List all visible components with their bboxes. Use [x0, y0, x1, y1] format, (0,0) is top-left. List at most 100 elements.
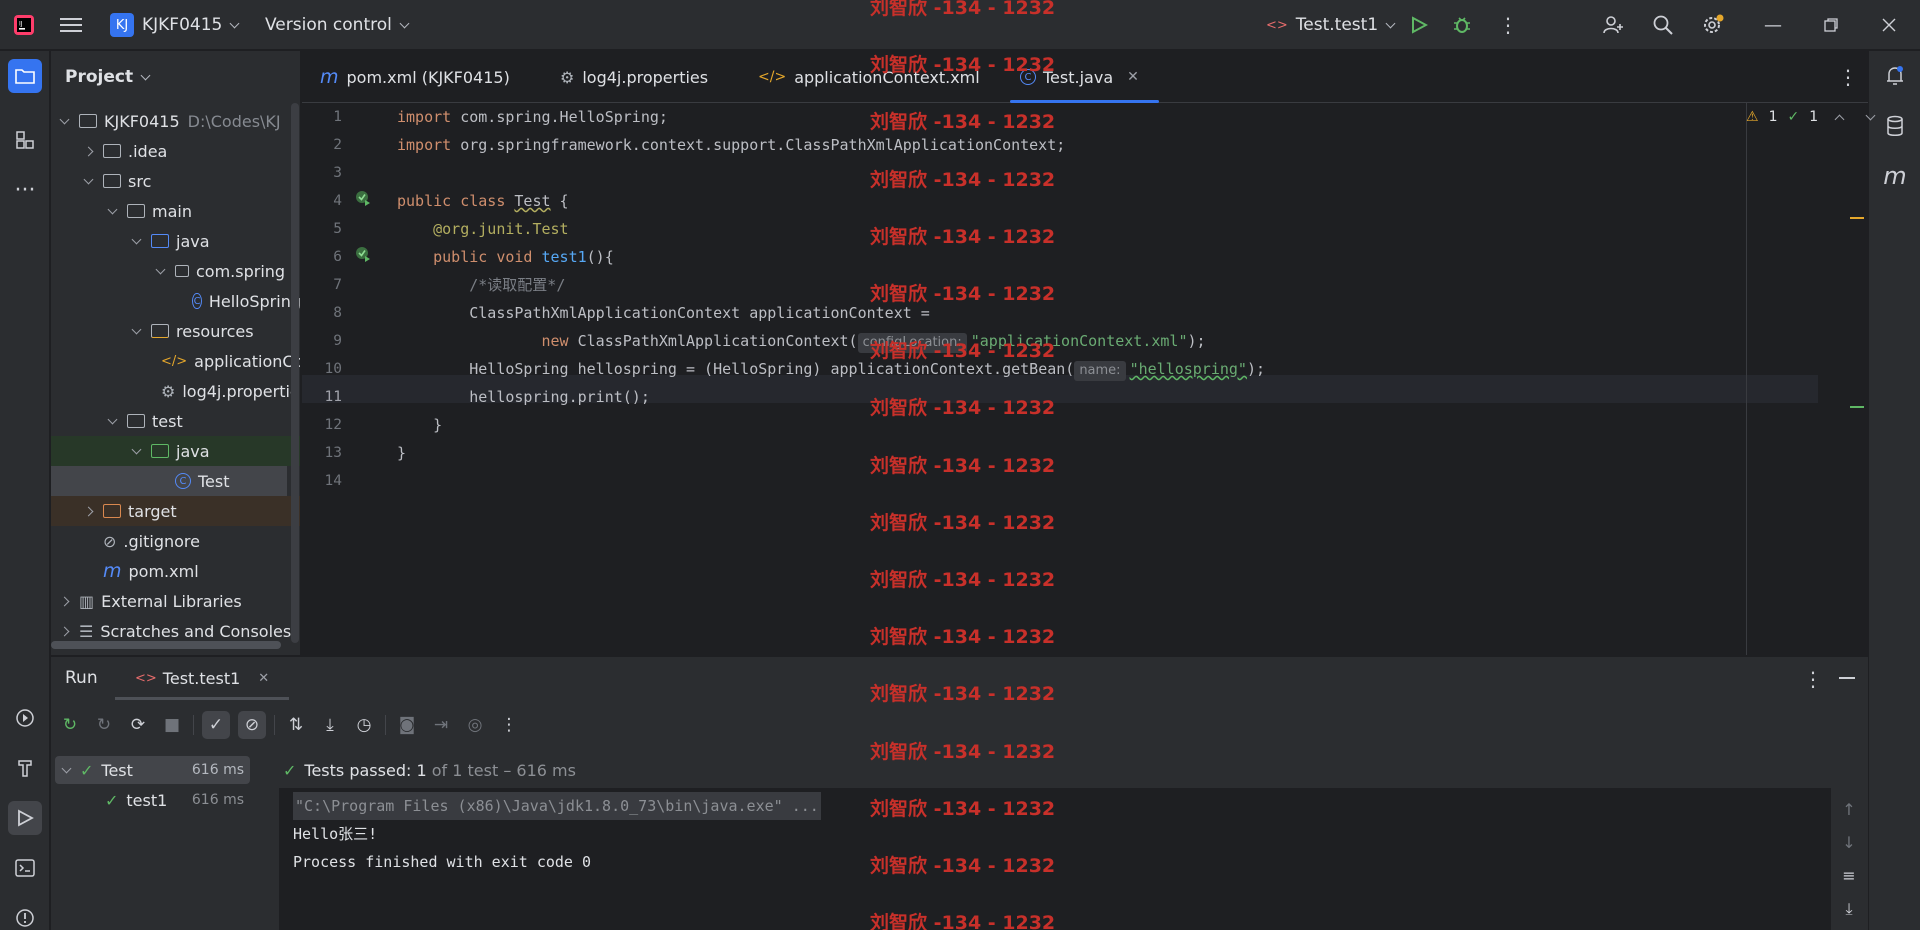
left-tool-strip: ···	[0, 51, 50, 930]
services-icon[interactable]	[8, 701, 42, 735]
main-menu-icon[interactable]	[60, 0, 82, 50]
close-tab-icon[interactable]: ✕	[1127, 69, 1139, 85]
run-method-gutter-icon[interactable]	[354, 245, 372, 267]
test-case-row[interactable]: ✓ test1 616 ms	[55, 786, 250, 814]
chevron-down-icon[interactable]	[153, 264, 167, 274]
sort-alphabetically-icon[interactable]: ⇅	[283, 715, 309, 735]
chevron-down-icon[interactable]	[1865, 110, 1876, 120]
rerun-failed-icon[interactable]: ↻	[91, 715, 117, 735]
rerun-icon[interactable]: ↻	[57, 715, 83, 735]
problems-icon[interactable]	[8, 901, 42, 930]
vcs-menu[interactable]: Version control	[265, 0, 410, 50]
project-panel-header[interactable]: Project	[65, 51, 151, 103]
run-tab-test1[interactable]: <> Test.test1 ✕	[115, 657, 290, 700]
tree-item[interactable]: main	[51, 196, 300, 226]
more-actions-icon[interactable]: ⋮	[1498, 0, 1518, 50]
console-output[interactable]: "C:\Program Files (x86)\Java\jdk1.8.0_73…	[279, 788, 1831, 930]
history-clock-icon[interactable]: ◷	[351, 715, 377, 735]
import-tests-icon[interactable]: ⇥	[428, 715, 454, 735]
chevron-down-icon[interactable]	[105, 414, 119, 424]
tree-item[interactable]: ⚙ log4j.properties	[51, 376, 300, 406]
tree-item[interactable]: test	[51, 406, 300, 436]
tree-item[interactable]: java	[51, 436, 300, 466]
tree-item[interactable]: ▥ External Libraries	[51, 586, 300, 616]
tree-item[interactable]: </> applicationContext.xml	[51, 346, 300, 376]
close-window-icon[interactable]	[1882, 0, 1896, 50]
run-config-selector[interactable]: <> Test.test1	[1266, 0, 1396, 50]
add-user-icon[interactable]	[1602, 0, 1624, 50]
terminal-icon[interactable]	[8, 851, 42, 885]
search-icon[interactable]	[1652, 0, 1674, 50]
more-tools-icon[interactable]: ···	[8, 173, 42, 207]
scroll-up-icon[interactable]: ↑	[1842, 800, 1855, 819]
tree-item[interactable]: C HelloSpring	[51, 286, 300, 316]
app-logo-icon[interactable]: IJ	[12, 0, 36, 50]
close-tab-icon[interactable]: ✕	[258, 671, 269, 686]
minimize-icon[interactable]: —	[1764, 0, 1782, 50]
run-options-icon[interactable]: ⋮	[1803, 667, 1823, 691]
maven-icon[interactable]: m	[1878, 159, 1912, 193]
notifications-bell-icon[interactable]	[1878, 59, 1912, 93]
sort-by-duration-icon[interactable]: ⤓	[317, 715, 343, 735]
inspection-widget[interactable]: ⚠ 1 ✓ 1	[1746, 109, 1876, 125]
console-line-exit: Process finished with exit code 0	[293, 853, 592, 871]
tree-item[interactable]: ⊘ .gitignore	[51, 526, 300, 556]
coverage-icon[interactable]: ◎	[462, 715, 488, 735]
tree-item[interactable]: target	[51, 496, 300, 526]
show-passed-icon[interactable]: ✓	[202, 711, 230, 739]
chevron-down-icon[interactable]	[105, 204, 119, 214]
code-line-10: HelloSpring hellospring = (HelloSpring) …	[397, 355, 1265, 383]
chevron-down-icon[interactable]	[129, 444, 143, 454]
tree-item-label: test	[152, 411, 183, 431]
tab-options-icon[interactable]: ⋮	[1838, 51, 1858, 103]
tree-item[interactable]: C Test	[51, 466, 287, 496]
tree-item[interactable]: KJKF0415 D:\Codes\KJ	[51, 106, 300, 136]
settings-gear-icon[interactable]	[1701, 0, 1725, 50]
run-test-gutter-icon[interactable]	[354, 189, 372, 211]
tab-application-context-xml[interactable]: </> applicationContext.xml	[758, 51, 980, 103]
project-tool-folder-icon[interactable]	[8, 59, 42, 93]
chevron-right-icon[interactable]	[81, 506, 95, 516]
hide-panel-icon[interactable]	[1839, 677, 1855, 679]
chevron-down-icon[interactable]	[57, 114, 71, 124]
debug-button[interactable]	[1452, 0, 1472, 50]
chevron-right-icon[interactable]	[81, 146, 95, 156]
vertical-scrollbar[interactable]	[291, 103, 299, 643]
chevron-down-icon[interactable]	[81, 174, 95, 184]
tab-pom-xml[interactable]: m pom.xml (KJKF0415)	[320, 51, 510, 103]
tree-item[interactable]: resources	[51, 316, 300, 346]
tree-item[interactable]: m pom.xml	[51, 556, 300, 586]
more-toolbar-icon[interactable]: ⋮	[496, 715, 522, 735]
chevron-down-icon[interactable]	[129, 234, 143, 244]
chevron-right-icon[interactable]	[57, 626, 71, 636]
horizontal-scrollbar[interactable]	[51, 641, 281, 649]
show-ignored-icon[interactable]: ⊘	[238, 711, 266, 739]
code-editor[interactable]: 1 2 3 4 5 6 7 8 9 10 11 12 13 14 import com.spring.He…	[302, 103, 1876, 655]
build-hammer-icon[interactable]	[8, 751, 42, 785]
tests-passed-count: 1	[416, 760, 427, 780]
project-switcher[interactable]: KJ KJKF0415	[110, 0, 240, 50]
chevron-right-icon[interactable]	[57, 596, 71, 606]
tree-item[interactable]: java	[51, 226, 300, 256]
scroll-to-end-icon[interactable]: ⤓	[1845, 899, 1852, 919]
run-tool-icon[interactable]	[8, 801, 42, 835]
chevron-down-icon[interactable]	[129, 324, 143, 334]
change-stripe-marker[interactable]	[1850, 406, 1864, 408]
chevron-up-icon[interactable]	[1834, 114, 1845, 124]
structure-icon[interactable]	[8, 123, 42, 157]
restore-icon[interactable]	[1824, 0, 1838, 50]
toggle-auto-test-icon[interactable]: ⟳	[125, 715, 151, 735]
tree-item[interactable]: com.spring	[51, 256, 300, 286]
camera-icon[interactable]: ◙	[394, 715, 420, 735]
run-button[interactable]	[1410, 0, 1428, 50]
stop-icon[interactable]: ■	[159, 715, 185, 735]
tree-item[interactable]: src	[51, 166, 300, 196]
test-suite-row[interactable]: ✓ Test 616 ms	[55, 756, 250, 784]
soft-wrap-icon[interactable]: ≡	[1842, 866, 1855, 885]
database-icon[interactable]	[1878, 109, 1912, 143]
tab-log4j-properties[interactable]: ⚙ log4j.properties	[560, 51, 708, 103]
tree-item[interactable]: .idea	[51, 136, 300, 166]
scroll-down-icon[interactable]: ↓	[1842, 833, 1855, 852]
warning-stripe-marker[interactable]	[1850, 217, 1864, 219]
tab-test-java[interactable]: C Test.java ✕	[1010, 51, 1159, 103]
